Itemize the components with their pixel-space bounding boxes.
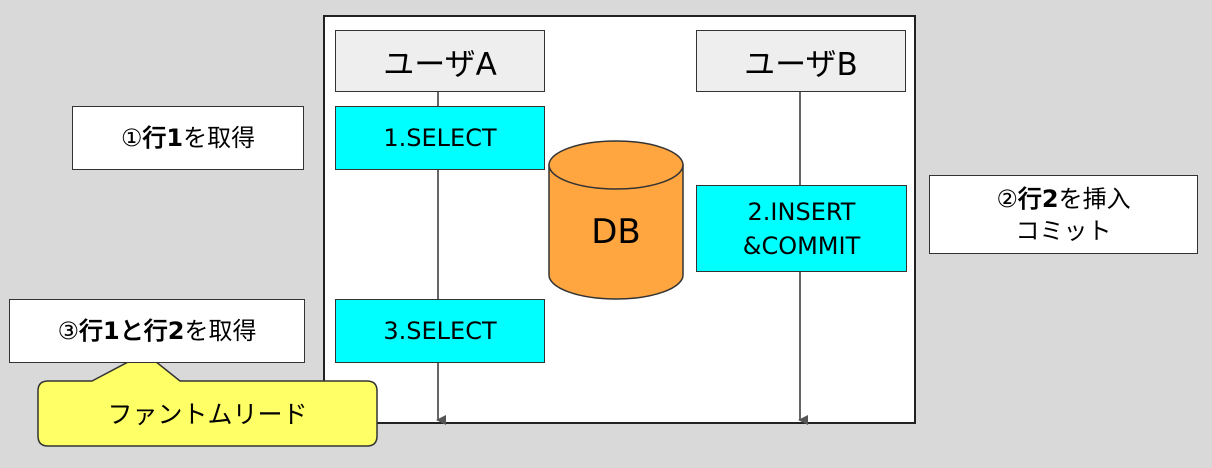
callout-phantom-read: ファントムリード <box>107 400 308 429</box>
step-insert-commit: 2.INSERT &COMMIT <box>696 185 907 272</box>
step-insert-line1: 2.INSERT <box>747 197 856 226</box>
note-rest: を取得 <box>183 124 256 152</box>
note-mark: ② <box>996 184 1018 213</box>
note-bold: 行2 <box>1017 184 1059 213</box>
actor-user-a: ユーザA <box>335 30 545 92</box>
note-get-row1-row2: ③ 行1と行2 を取得 <box>9 299 305 363</box>
actor-user-b: ユーザB <box>696 30 906 92</box>
note-mark: ① <box>120 124 143 152</box>
note-mark: ③ <box>57 317 80 345</box>
step-select-3: 3.SELECT <box>335 299 545 363</box>
step-select-1: 1.SELECT <box>335 106 545 170</box>
note-bold: 行1 <box>142 124 184 152</box>
note-line2: コミット <box>1015 216 1112 245</box>
note-rest: を取得 <box>184 317 257 345</box>
note-insert-row2: ②行2を挿入 コミット <box>929 175 1198 254</box>
note-line1: ②行2を挿入 <box>996 183 1130 215</box>
note-bold: 行1と行2 <box>79 317 185 345</box>
note-rest: を挿入 <box>1058 184 1131 213</box>
step-insert-line2: &COMMIT <box>742 231 861 260</box>
note-get-row1: ① 行1 を取得 <box>72 106 304 170</box>
db-label: DB <box>591 212 641 252</box>
